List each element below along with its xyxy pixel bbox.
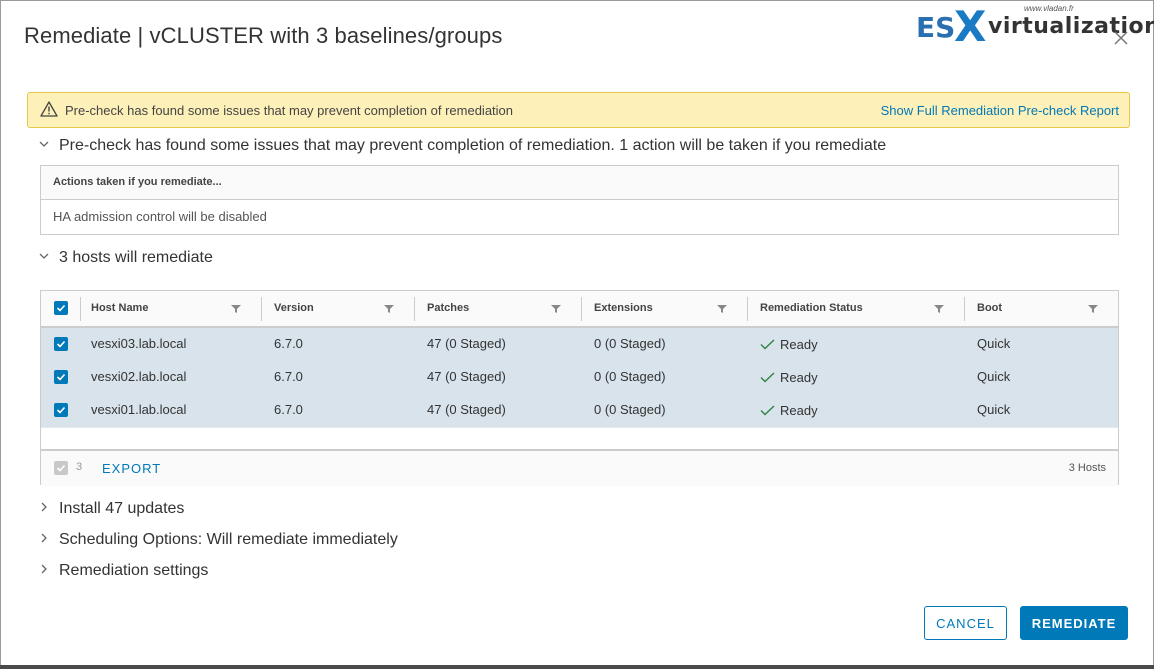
chevron-right-icon bbox=[39, 533, 53, 546]
action-item: HA admission control will be disabled bbox=[53, 209, 267, 224]
host-name-cell: vesxi02.lab.local bbox=[91, 369, 187, 384]
status-cell: Ready bbox=[780, 403, 818, 418]
check-icon bbox=[760, 372, 775, 383]
grid-header: Host Name Version Patches Extensions Rem… bbox=[41, 291, 1118, 328]
remediation-settings-label: Remediation settings bbox=[59, 562, 209, 579]
remediation-settings-toggle[interactable]: Remediation settings bbox=[39, 562, 208, 580]
extensions-cell: 0 (0 Staged) bbox=[594, 369, 666, 384]
dialog-title: Remediate | vCLUSTER with 3 baselines/gr… bbox=[24, 23, 503, 48]
remediate-dialog: Remediate | vCLUSTER with 3 baselines/gr… bbox=[0, 0, 1154, 667]
filter-icon[interactable] bbox=[934, 304, 944, 314]
filter-icon[interactable] bbox=[1088, 304, 1098, 314]
hosts-section-toggle[interactable]: 3 hosts will remediate bbox=[39, 249, 213, 267]
logo-es: ES bbox=[916, 11, 956, 44]
actions-header: Actions taken if you remediate... bbox=[41, 166, 1118, 200]
chevron-down-icon bbox=[39, 139, 53, 152]
row-checkbox[interactable] bbox=[54, 403, 68, 417]
version-cell: 6.7.0 bbox=[274, 336, 303, 351]
host-name-cell: vesxi01.lab.local bbox=[91, 402, 187, 417]
version-cell: 6.7.0 bbox=[274, 402, 303, 417]
boot-cell: Quick bbox=[977, 369, 1011, 384]
warning-icon bbox=[40, 101, 58, 117]
scheduling-options-toggle[interactable]: Scheduling Options: Will remediate immed… bbox=[39, 531, 398, 549]
table-row[interactable]: vesxi03.lab.local 6.7.0 47 (0 Staged) 0 … bbox=[41, 328, 1118, 362]
patches-cell: 47 (0 Staged) bbox=[427, 402, 506, 417]
table-row[interactable]: vesxi02.lab.local 6.7.0 47 (0 Staged) 0 … bbox=[41, 361, 1118, 395]
patches-cell: 47 (0 Staged) bbox=[427, 336, 506, 351]
extensions-cell: 0 (0 Staged) bbox=[594, 402, 666, 417]
extensions-cell: 0 (0 Staged) bbox=[594, 336, 666, 351]
check-icon bbox=[760, 339, 775, 350]
install-updates-toggle[interactable]: Install 47 updates bbox=[39, 500, 184, 518]
show-precheck-report-link[interactable]: Show Full Remediation Pre-check Report bbox=[881, 103, 1119, 118]
host-name-cell: vesxi03.lab.local bbox=[91, 336, 187, 351]
logo-url: www.vladan.fr bbox=[1024, 4, 1074, 13]
hosts-section-label: 3 hosts will remediate bbox=[59, 249, 213, 266]
filter-icon[interactable] bbox=[231, 304, 241, 314]
scheduling-options-label: Scheduling Options: Will remediate immed… bbox=[59, 531, 398, 548]
version-cell: 6.7.0 bbox=[274, 369, 303, 384]
cancel-button[interactable]: CANCEL bbox=[924, 606, 1007, 640]
precheck-section-toggle[interactable]: Pre-check has found some issues that may… bbox=[39, 137, 886, 155]
selected-count: 3 bbox=[76, 461, 83, 473]
row-checkbox[interactable] bbox=[54, 370, 68, 384]
total-hosts-label: 3 Hosts bbox=[1068, 462, 1106, 474]
hosts-datagrid: Host Name Version Patches Extensions Rem… bbox=[40, 290, 1119, 486]
status-cell: Ready bbox=[780, 337, 818, 352]
chevron-right-icon bbox=[39, 502, 53, 515]
remediate-button[interactable]: REMEDIATE bbox=[1020, 606, 1128, 640]
table-row[interactable]: vesxi01.lab.local 6.7.0 47 (0 Staged) 0 … bbox=[41, 394, 1118, 428]
chevron-down-icon bbox=[39, 251, 53, 264]
filter-icon[interactable] bbox=[717, 304, 727, 314]
export-button[interactable]: EXPORT bbox=[102, 461, 161, 476]
precheck-section-label: Pre-check has found some issues that may… bbox=[59, 137, 887, 154]
row-checkbox[interactable] bbox=[54, 337, 68, 351]
actions-table: Actions taken if you remediate... HA adm… bbox=[40, 165, 1119, 235]
filter-icon[interactable] bbox=[551, 304, 561, 314]
status-cell: Ready bbox=[780, 370, 818, 385]
window-bottom-edge bbox=[0, 665, 1154, 669]
precheck-alert: Pre-check has found some issues that may… bbox=[27, 92, 1130, 128]
alert-message: Pre-check has found some issues that may… bbox=[65, 103, 514, 118]
patches-cell: 47 (0 Staged) bbox=[427, 369, 506, 384]
filter-icon[interactable] bbox=[384, 304, 394, 314]
close-icon[interactable] bbox=[1111, 28, 1131, 48]
column-remediation-status[interactable]: Remediation Status bbox=[749, 291, 964, 326]
boot-cell: Quick bbox=[977, 402, 1011, 417]
select-all-checkbox[interactable] bbox=[54, 301, 68, 315]
boot-cell: Quick bbox=[977, 336, 1011, 351]
install-updates-label: Install 47 updates bbox=[59, 500, 185, 517]
chevron-right-icon bbox=[39, 564, 53, 577]
footer-selection-checkbox bbox=[54, 461, 68, 475]
check-icon bbox=[760, 405, 775, 416]
grid-footer: 3 EXPORT 3 Hosts bbox=[41, 449, 1118, 486]
logo-x: X bbox=[954, 2, 987, 51]
